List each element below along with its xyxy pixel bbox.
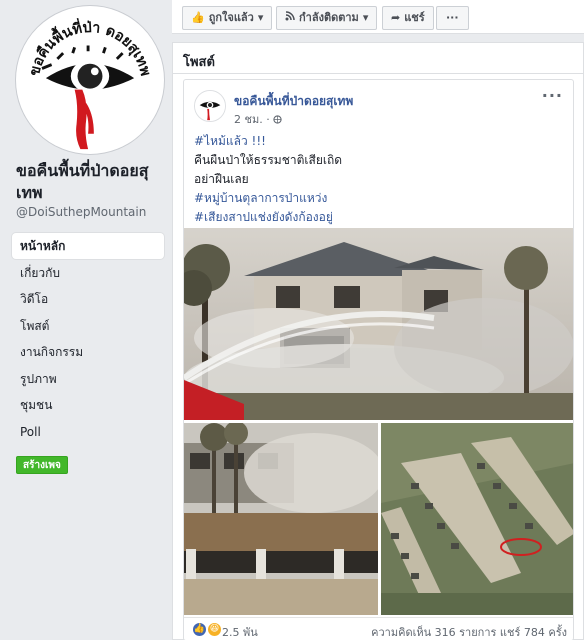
chevron-down-icon: ▾ xyxy=(257,11,264,24)
house-smoke-image xyxy=(184,423,378,615)
divider xyxy=(173,73,583,74)
following-button[interactable]: กำลังติดตาม ▾ xyxy=(276,6,378,30)
post-line: อย่าฝืนเลย xyxy=(194,172,249,186)
nav-item-home[interactable]: หน้าหลัก xyxy=(12,233,164,259)
following-label: กำลังติดตาม xyxy=(299,11,359,24)
post-footer: 👍 😆 2.5 พัน ความคิดเห็น 316 รายการ แชร์ … xyxy=(184,617,573,640)
rss-icon xyxy=(285,7,295,29)
thumbs-up-icon: 👍 xyxy=(191,11,205,24)
post-meta: 2 ชม. · xyxy=(234,110,282,128)
share-arrow-icon: ➦ xyxy=(391,11,401,24)
page-action-bar: 👍 ถูกใจแล้ว ▾ กำลังติดตาม ▾ ➦ แชร์ ··· xyxy=(172,0,584,34)
share-label: แชร์ xyxy=(404,11,425,24)
aerial-village-image xyxy=(381,423,573,615)
haha-reaction-icon: 😆 xyxy=(207,622,222,637)
reaction-count[interactable]: 2.5 พัน xyxy=(222,623,258,640)
nav-item-posts[interactable]: โพสต์ xyxy=(12,313,164,339)
post-line: คืนผืนป่าให้ธรรมชาติเสียเถิด xyxy=(194,153,343,167)
post-photo-main[interactable] xyxy=(184,228,573,420)
nav-item-photos[interactable]: รูปภาพ xyxy=(12,366,164,392)
post-photo-bottom-left[interactable] xyxy=(184,423,378,615)
post-line-hashtag[interactable]: #หมู่บ้านตุลาการป่าแหว่ง xyxy=(194,189,554,208)
profile-eye-logo: ขอคืนพื้นที่ป่า ดอยสุเทพ xyxy=(19,9,161,151)
burning-house-image xyxy=(184,228,573,420)
posts-section-title: โพสต์ xyxy=(183,55,215,70)
liked-label: ถูกใจแล้ว xyxy=(208,11,254,24)
like-reaction-icon: 👍 xyxy=(192,622,207,637)
comments-shares-count[interactable]: ความคิดเห็น 316 รายการ แชร์ 784 ครั้ง xyxy=(371,623,567,640)
post-photo-bottom-right[interactable] xyxy=(381,423,573,615)
nav-item-about[interactable]: เกี่ยวกับ xyxy=(12,260,164,286)
post-timestamp[interactable]: 2 ชม. xyxy=(234,113,263,126)
chevron-down-icon: ▾ xyxy=(362,11,369,24)
post-line-hashtag[interactable]: #เสียงสาปแช่งยังดังก้องอยู่ xyxy=(194,208,554,227)
post-body: #ไหม้แล้ว !!! คืนผืนป่าให้ธรรมชาติเสียเถ… xyxy=(194,132,554,227)
post-options-icon[interactable]: ··· xyxy=(542,86,563,105)
share-button[interactable]: ➦ แชร์ xyxy=(382,6,434,30)
posts-section: โพสต์ ขอคืนพื้นที่ป่าดอยสุเทพ 2 ชม. · ··… xyxy=(172,42,584,640)
page-name[interactable]: ขอคืนพื้นที่ป่าดอยสุเทพ xyxy=(16,160,166,204)
nav-item-community[interactable]: ชุมชน xyxy=(12,392,164,418)
post-card: ขอคืนพื้นที่ป่าดอยสุเทพ 2 ชม. · ··· #ไหม… xyxy=(183,79,574,640)
post-author-avatar[interactable] xyxy=(194,90,226,122)
left-sidebar: ขอคืนพื้นที่ป่า ดอยสุเทพ ขอคืนพื้นที่ป่า… xyxy=(0,0,172,640)
more-options-button[interactable]: ··· xyxy=(436,6,469,30)
liked-button[interactable]: 👍 ถูกใจแล้ว ▾ xyxy=(182,6,273,30)
page-handle[interactable]: @DoiSuthepMountain xyxy=(16,205,146,219)
nav-item-events[interactable]: งานกิจกรรม xyxy=(12,339,164,365)
create-page-button[interactable]: สร้างเพจ xyxy=(16,456,68,474)
nav-item-videos[interactable]: วิดีโอ xyxy=(12,286,164,312)
profile-eye-logo-small xyxy=(195,91,225,121)
post-author-name[interactable]: ขอคืนพื้นที่ป่าดอยสุเทพ xyxy=(234,92,353,111)
globe-icon xyxy=(273,113,282,126)
page-profile-picture[interactable]: ขอคืนพื้นที่ป่า ดอยสุเทพ xyxy=(16,6,164,154)
post-line-hashtag[interactable]: #ไหม้แล้ว !!! xyxy=(194,132,554,151)
reaction-icons[interactable]: 👍 😆 xyxy=(192,622,222,637)
meta-separator: · xyxy=(266,113,270,126)
nav-item-poll[interactable]: Poll xyxy=(12,419,164,445)
page-nav: หน้าหลัก เกี่ยวกับ วิดีโอ โพสต์ งานกิจกร… xyxy=(12,233,164,445)
